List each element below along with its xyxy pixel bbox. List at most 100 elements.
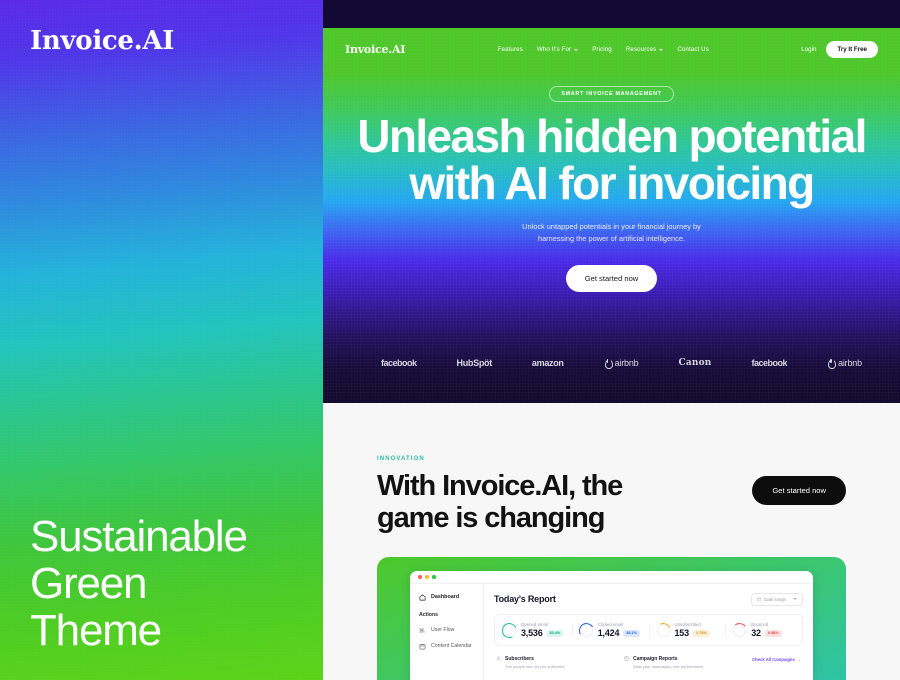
- progress-ring-icon: [733, 623, 747, 637]
- calendar-icon: [757, 597, 762, 602]
- nav-link-who-its-for[interactable]: Who It's For: [536, 45, 579, 53]
- user-icon: [496, 656, 501, 661]
- home-icon: [419, 594, 426, 601]
- stat-value-row: 32 0.38%: [751, 628, 782, 639]
- login-link[interactable]: Login: [801, 46, 816, 53]
- block-subtitle: The people who let you subscribe: [505, 663, 565, 669]
- nav-link-label: Features: [497, 45, 523, 53]
- sidebar-section-header: Actions: [419, 611, 439, 618]
- subscribers-text: Subscribers The people who let you subsc…: [505, 656, 565, 669]
- stat-label: Clicked email: [597, 621, 624, 627]
- minimize-icon[interactable]: [425, 574, 429, 579]
- nav-link-label: Who It's For: [536, 45, 572, 53]
- brand-caption-line-3: Theme: [30, 605, 162, 655]
- partner-logo-label: amazon: [531, 358, 564, 368]
- hero-subtitle: Unlock untapped potentials in your finan…: [323, 221, 900, 246]
- nav-links: Features Who It's For Pricing Resources: [498, 46, 709, 53]
- stat-card-clicked-email: Clicked email 1,424 38.1%: [571, 621, 649, 638]
- stat-label: Unsubscribed: [674, 621, 701, 627]
- arrow-right-icon: →: [796, 657, 802, 663]
- partner-logo-facebook-2: facebook: [752, 358, 788, 368]
- dashboard-sidebar: Dashboard Actions User Flow Content Cale…: [410, 583, 484, 680]
- screenshot-canvas: Invoice.AI Sustainable Green Theme Invoi…: [0, 0, 900, 680]
- innovation-get-started-button[interactable]: Get started now: [752, 476, 846, 505]
- brand-caption: Sustainable Green Theme: [30, 511, 248, 655]
- partner-logo-amazon: amazon: [532, 358, 564, 368]
- block-title: Campaign Reports: [633, 656, 678, 663]
- innovation-header: INNOVATION With Invoice.AI, the game is …: [377, 456, 846, 535]
- stat-delta-badge: 38.1%: [623, 629, 641, 637]
- brand-caption-line-2: Green: [30, 558, 147, 608]
- subscribers-block: Subscribers The people who let you subsc…: [496, 656, 610, 669]
- dashboard-main-header: Today's Report Date range: [494, 592, 803, 606]
- stat-delta-badge: 83.4%: [546, 629, 564, 637]
- stat-value-row: 3,536 83.4%: [521, 628, 564, 639]
- stat-delta-badge: 0.38%: [764, 629, 782, 637]
- nav-link-contact-us[interactable]: Contact Us: [677, 46, 709, 53]
- website-preview: Invoice.AI Features Who It's For Pricing…: [323, 28, 900, 680]
- stat-value: 153: [674, 628, 690, 639]
- link-label: Check All Campaigns: [752, 657, 795, 663]
- stat-card-opened-email: Opened email 3,536 83.4%: [495, 622, 572, 639]
- chevron-down-icon: [793, 598, 797, 601]
- chevron-down-icon: [574, 48, 579, 51]
- hero-get-started-button[interactable]: Get started now: [565, 264, 658, 292]
- try-it-free-button[interactable]: Try It Free: [826, 40, 878, 58]
- dashboard-main: Today's Report Date range Opened email 3…: [484, 584, 813, 680]
- progress-ring-icon: [656, 623, 670, 637]
- stat-value: 3,536: [521, 628, 543, 639]
- chevron-down-icon: [659, 48, 664, 51]
- innovation-title: With Invoice.AI, the game is changing: [377, 470, 623, 535]
- nav-actions: Login Try It Free: [801, 40, 878, 58]
- innovation-eyebrow: INNOVATION: [377, 456, 425, 462]
- sidebar-item-dashboard[interactable]: Dashboard: [419, 594, 475, 601]
- hero-badge: SMART INVOICE MANAGEMENT: [549, 86, 674, 102]
- stats-row: Opened email 3,536 83.4% Clicked email 1…: [494, 613, 803, 647]
- stat-value-row: 1,424 38.1%: [598, 628, 641, 638]
- progress-ring-icon: [503, 623, 516, 637]
- nav-link-resources[interactable]: Resources: [625, 45, 664, 53]
- check-all-campaigns-link[interactable]: Check All Campaigns →: [752, 657, 801, 662]
- nav-link-features[interactable]: Features: [498, 46, 523, 53]
- stat-card-unsubscribed: Unsubscribed 153 1.74%: [648, 621, 726, 638]
- hero-section: Invoice.AI Features Who It's For Pricing…: [323, 28, 900, 403]
- sidebar-item-user-flow[interactable]: User Flow: [419, 627, 475, 634]
- sidebar-item-label: Dashboard: [431, 594, 460, 601]
- nav-link-pricing[interactable]: Pricing: [592, 46, 612, 53]
- innovation-title-line-1: With Invoice.AI, the: [377, 470, 623, 502]
- partner-logo-airbnb-2: airbnb: [827, 358, 862, 369]
- stat-label: Bounced: [751, 621, 769, 627]
- partner-logo-hubspot: HubSpöt: [457, 358, 493, 368]
- sidebar-item-label: User Flow: [431, 627, 455, 634]
- brand-logo: Invoice.AI: [30, 26, 175, 56]
- partner-logo-canon: Canon: [678, 358, 711, 368]
- stat-text: Opened email 3,536 83.4%: [521, 622, 564, 639]
- stat-text: Clicked email 1,424 38.1%: [597, 621, 641, 638]
- hero-subtitle-line-2: harnessing the power of artificial intel…: [537, 234, 686, 244]
- maximize-icon[interactable]: [432, 574, 436, 579]
- dashboard-mockup-frame: Dashboard Actions User Flow Content Cale…: [377, 556, 846, 680]
- calendar-icon: [419, 643, 426, 650]
- campaign-reports-text: Campaign Reports View your campaigns, se…: [633, 656, 703, 669]
- date-range-selector[interactable]: Date range: [750, 592, 803, 606]
- site-navbar: Invoice.AI Features Who It's For Pricing…: [323, 28, 900, 70]
- innovation-section: INNOVATION With Invoice.AI, the game is …: [323, 403, 900, 680]
- block-subtitle: View your campaigns, see performance: [633, 663, 704, 669]
- close-icon[interactable]: [418, 574, 422, 579]
- nav-link-label: Resources: [625, 45, 657, 53]
- airbnb-icon: [604, 358, 613, 369]
- partner-logo-strip: facebook HubSpöt amazon airbnb Canon fac…: [323, 358, 900, 369]
- browser-window: Dashboard Actions User Flow Content Cale…: [410, 570, 813, 680]
- stat-value: 32: [751, 628, 761, 639]
- partner-logo-label: facebook: [381, 358, 417, 368]
- nav-logo[interactable]: Invoice.AI: [345, 43, 405, 56]
- partner-logo-label: facebook: [751, 358, 788, 368]
- date-range-label: Date range: [764, 596, 786, 602]
- sidebar-item-content-calendar[interactable]: Content Calendar: [419, 643, 475, 650]
- stat-value-row: 153 1.74%: [675, 628, 710, 638]
- brand-caption-line-1: Sustainable: [30, 511, 248, 561]
- partner-logo-label: airbnb: [838, 358, 862, 368]
- sidebar-item-label: Content Calendar: [431, 643, 472, 650]
- browser-titlebar: [410, 571, 813, 584]
- dashboard-body: Dashboard Actions User Flow Content Cale…: [410, 583, 813, 680]
